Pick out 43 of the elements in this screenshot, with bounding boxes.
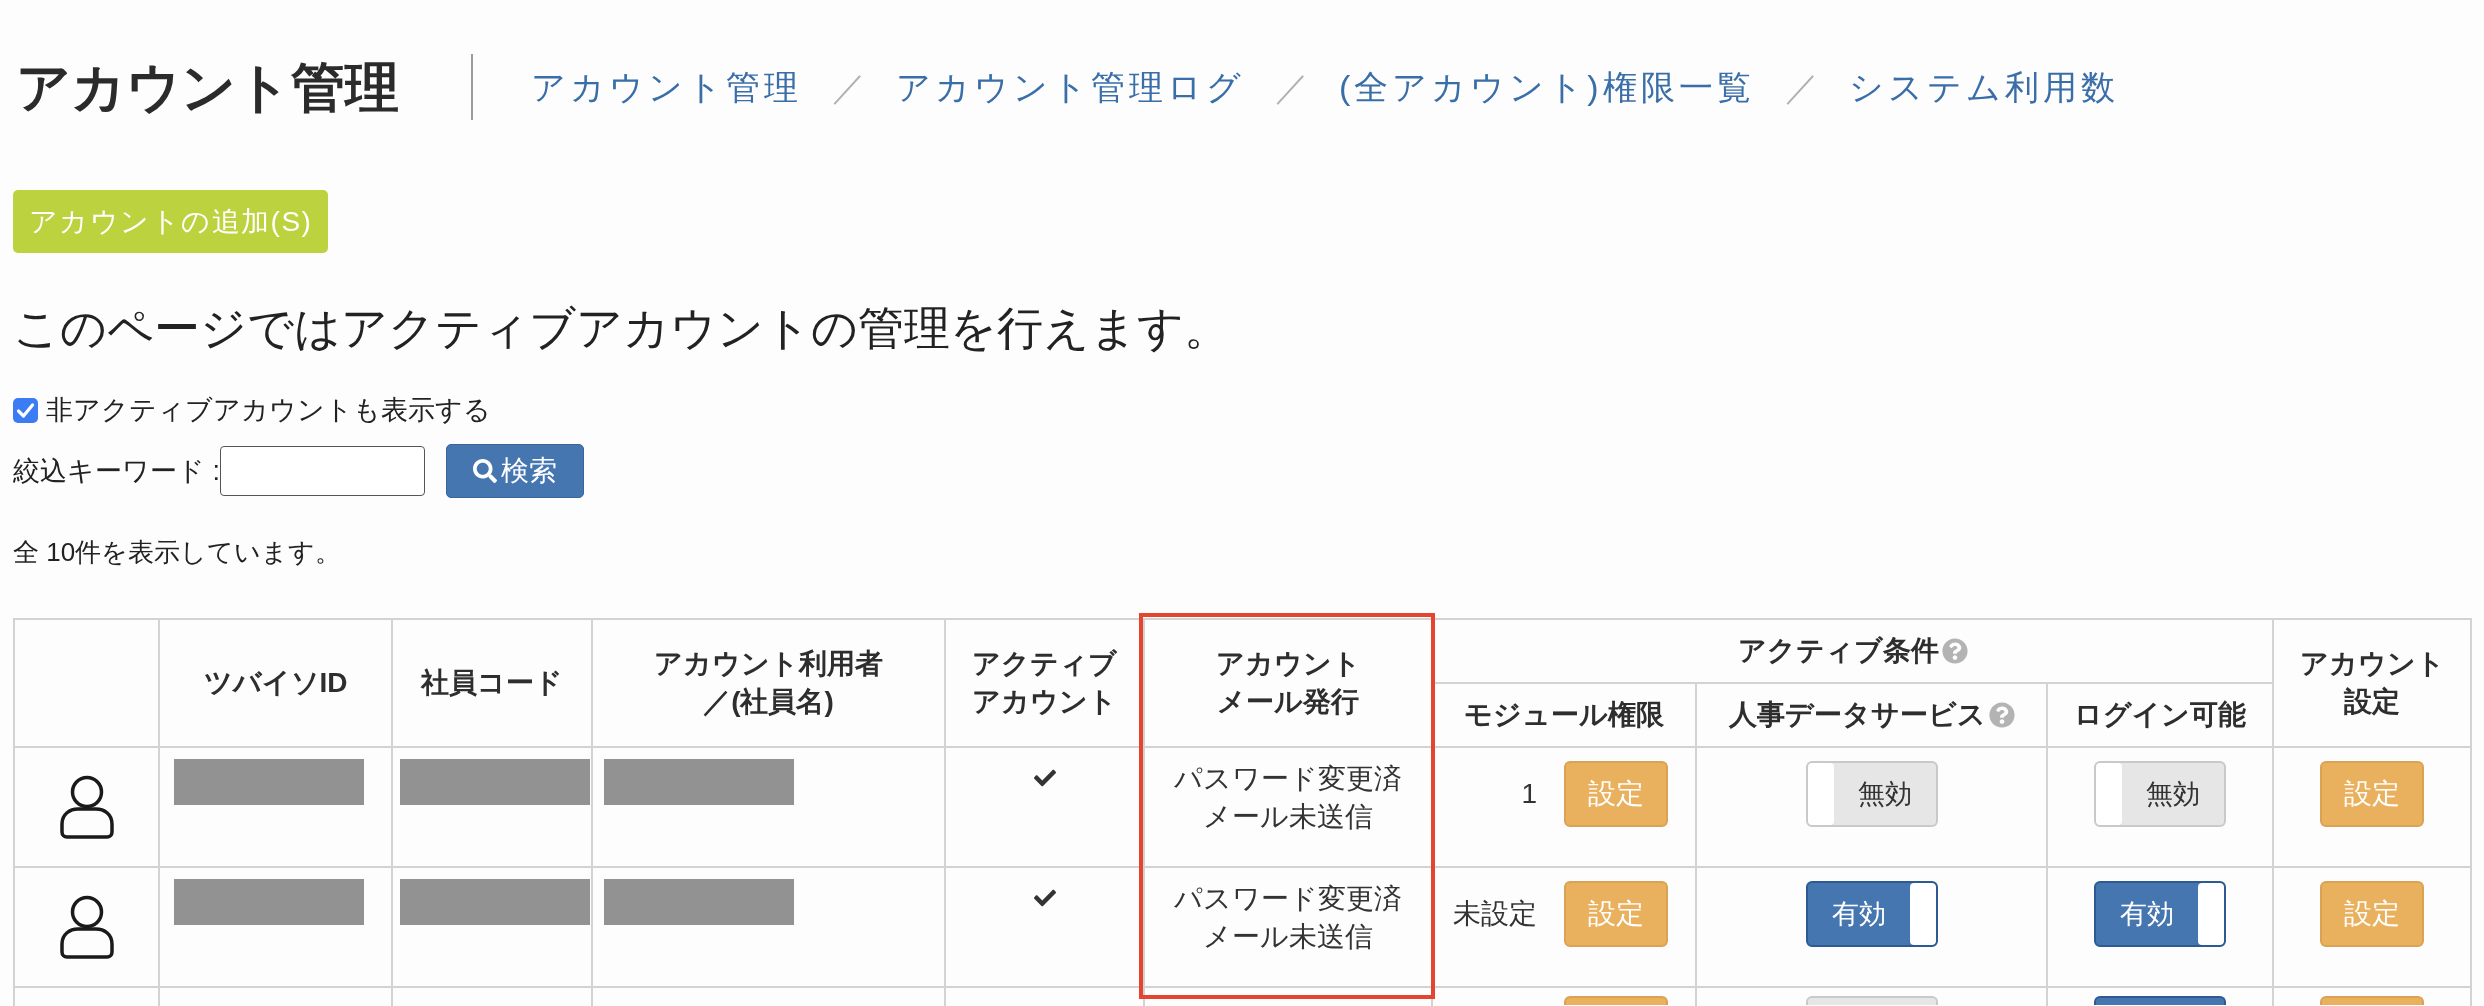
checkbox[interactable] [13,397,38,423]
column-header: アカウント利用者 ／(社員名) [654,648,883,717]
nav-link[interactable]: アカウント管理 [531,61,802,113]
nav-separator: ／ [1784,66,1819,108]
help-icon[interactable] [1941,638,1968,664]
switch-knob [2096,763,2122,825]
switch-knob [1909,883,1936,945]
column-header: アクティブ アカウント [972,648,1117,717]
toggle-switch[interactable] [2094,996,2226,1005]
column-header: モジュール権限 [1464,698,1664,732]
nav-separator: ／ [832,66,866,108]
search-icon [473,459,497,483]
column-header: アクティブ条件 [1737,634,1939,668]
permission-count: 1 [1521,777,1537,811]
nav-separator: ／ [1275,66,1309,108]
column-header: 社員コード [421,667,563,698]
nav-link[interactable]: システム利用数 [1848,61,2119,113]
result-count: 全 10件を表示しています。 [13,536,343,569]
toggle-switch[interactable]: 無効 [2094,761,2226,827]
search-button[interactable]: 検索 [446,444,584,498]
toggle-switch[interactable]: 有効 [1805,881,1938,947]
column-header: アカウント 設定 [2299,648,2445,717]
help-icon[interactable] [1988,702,2015,728]
keyword-label: 絞込キーワード : [13,454,220,488]
mail-status: パスワード変更済 メール未送信 [1174,762,1402,834]
column-header: ログイン可能 [2074,698,2246,732]
column-header: アカウント メール発行 [1215,648,1361,717]
page-title: アカウント管理 [16,56,399,119]
nav-link[interactable]: アカウント管理ログ [896,61,1245,113]
column-header: ツバイソID [203,667,348,698]
settings-button[interactable] [2320,996,2424,1005]
switch-knob [2198,883,2224,945]
checkbox-label: 非アクティブアカウントも表示する [46,393,491,427]
permission-count: 未設定 [1453,897,1537,931]
page-description: このページではアクティブアカウントの管理を行えます。 [13,301,1231,356]
toggle-switch[interactable]: 有効 [2094,881,2226,947]
toggle-switch[interactable]: 無効 [1805,761,1938,827]
settings-button[interactable] [1564,996,1668,1005]
nav-link[interactable]: (全アカウント)権限一覧 [1339,61,1755,113]
column-header: 人事データサービス [1728,698,1986,732]
keyword-input[interactable] [220,446,425,496]
mail-status: パスワード変更済 メール未送信 [1174,882,1402,954]
switch-knob [1807,763,1834,825]
